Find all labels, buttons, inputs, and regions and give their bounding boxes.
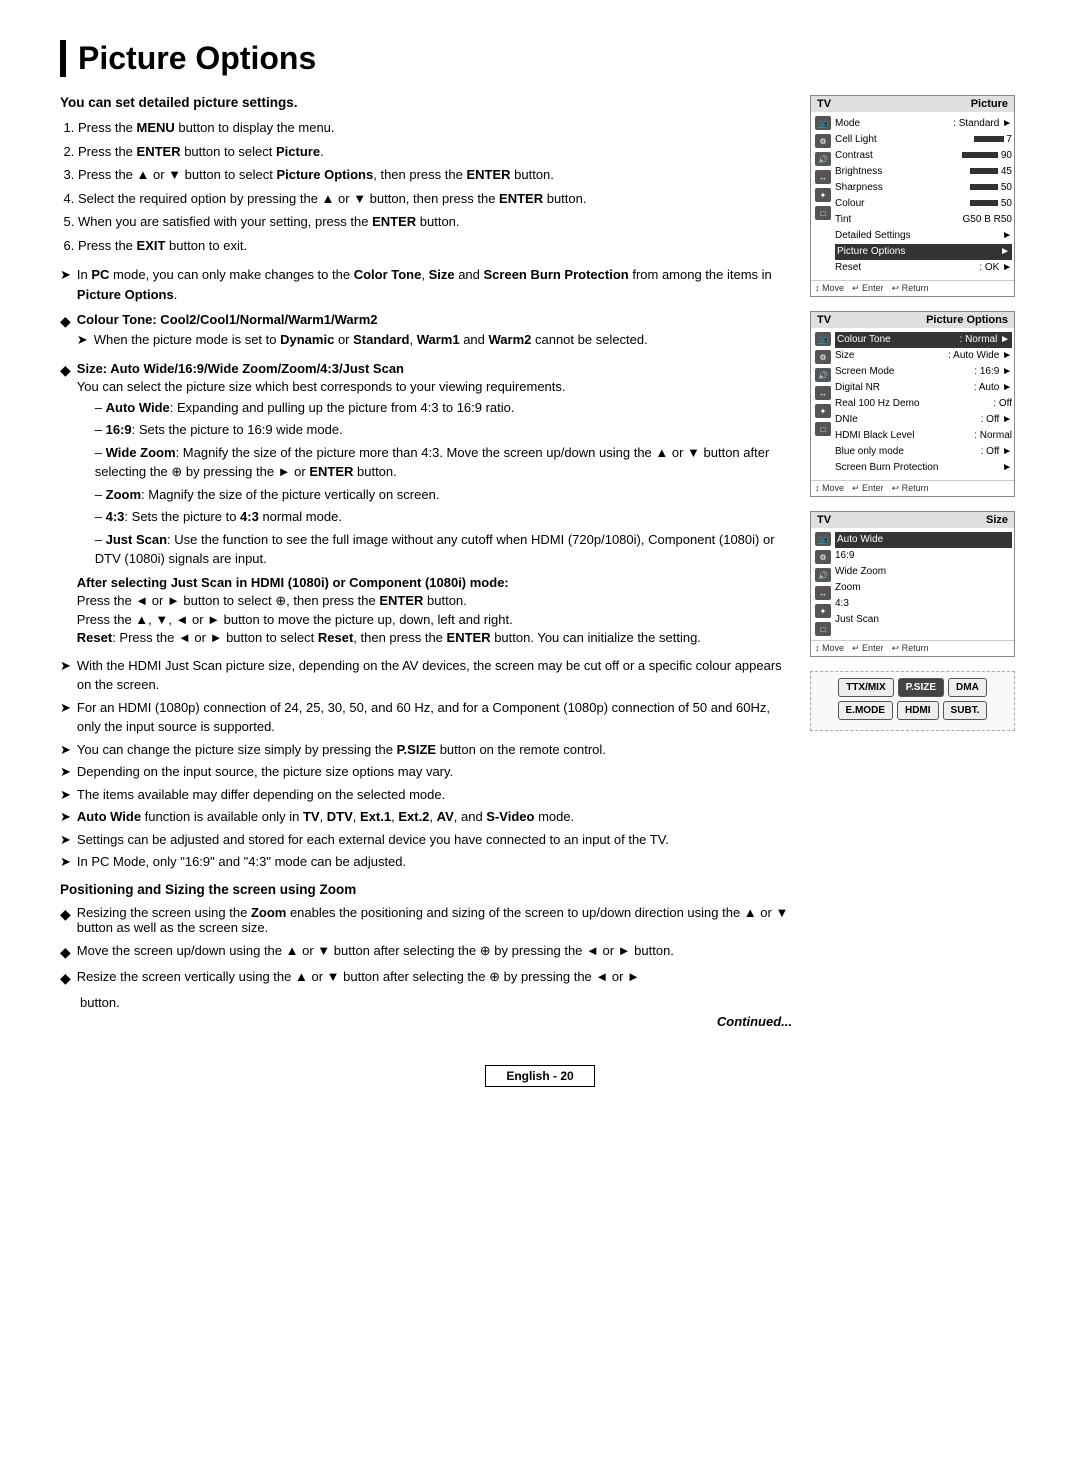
tv-screen1-icons: 📺 ⚙ 🔊 ↔ ✦ □ — [813, 116, 831, 276]
tv-screen-picture: TV Picture 📺 ⚙ 🔊 ↔ ✦ □ Mode: Standard ► … — [810, 95, 1015, 297]
remote-row-2: E.MODE HDMI SUBT. — [817, 701, 1008, 720]
tv-screen3-header: TV Size — [811, 512, 1014, 528]
tv-screen-size: TV Size 📺 ⚙ 🔊 ↔ ✦ □ Auto Wide 16:9 Wide … — [810, 511, 1015, 657]
main-content: You can set detailed picture settings. P… — [60, 95, 792, 1029]
tv-icon-3: 🔊 — [815, 152, 831, 166]
tv2-icon-6: □ — [815, 422, 831, 436]
tv-screen3-title: Size — [986, 514, 1008, 526]
tv-screen2-tv: TV — [817, 314, 831, 326]
tv-screen2-title: Picture Options — [926, 314, 1008, 326]
just-scan-line1: Press the ◄ or ► button to select ⊕, the… — [77, 593, 792, 609]
step-5: When you are satisfied with your setting… — [78, 212, 792, 232]
positioning-item-3: ◆ Resize the screen vertically using the… — [60, 969, 792, 987]
tv2-icon-1: 📺 — [815, 332, 831, 346]
tv-screen1-footer: ↕ Move↵ Enter↩ Return — [811, 280, 1014, 296]
colour-tone-section: ◆ Colour Tone: Cool2/Cool1/Normal/Warm1/… — [60, 312, 792, 353]
tv-screen-picture-options: TV Picture Options 📺 ⚙ 🔊 ↔ ✦ □ Colour To… — [810, 311, 1015, 497]
size-zoom: Zoom: Magnify the size of the picture ve… — [95, 485, 792, 505]
tv-screen2-header: TV Picture Options — [811, 312, 1014, 328]
note-items-available: ➤ The items available may differ dependi… — [60, 785, 792, 805]
tv3-icon-1: 📺 — [815, 532, 831, 546]
step-2: Press the ENTER button to select Picture… — [78, 142, 792, 162]
size-wide-zoom: Wide Zoom: Magnify the size of the pictu… — [95, 443, 792, 482]
tv-screen2-footer: ↕ Move↵ Enter↩ Return — [811, 480, 1014, 496]
positioning-header: Positioning and Sizing the screen using … — [60, 882, 792, 897]
step-1: Press the MENU button to display the men… — [78, 118, 792, 138]
size-list: Auto Wide: Expanding and pulling up the … — [95, 398, 792, 569]
steps-list: Press the MENU button to display the men… — [78, 118, 792, 255]
tv-screen3-footer: ↕ Move↵ Enter↩ Return — [811, 640, 1014, 656]
size-section: ◆ Size: Auto Wide/16:9/Wide Zoom/Zoom/4:… — [60, 361, 792, 648]
btn-ttxmix[interactable]: TTX/MIX — [838, 678, 893, 697]
btn-subt[interactable]: SUBT. — [943, 701, 988, 720]
footer-label: English - 20 — [485, 1065, 594, 1087]
tv-icon-1: 📺 — [815, 116, 831, 130]
tv3-icon-2: ⚙ — [815, 550, 831, 564]
page-title: Picture Options — [60, 40, 1020, 77]
positioning-item-3-cont: button. — [80, 995, 792, 1010]
size-4-3: 4:3: Sets the picture to 4:3 normal mode… — [95, 507, 792, 527]
btn-psize[interactable]: P.SIZE — [898, 678, 944, 697]
step-3: Press the ▲ or ▼ button to select Pictur… — [78, 165, 792, 185]
btn-emode[interactable]: E.MODE — [838, 701, 893, 720]
tv-screen3-icons: 📺 ⚙ 🔊 ↔ ✦ □ — [813, 532, 831, 636]
size-just-scan: Just Scan: Use the function to see the f… — [95, 530, 792, 569]
continued-text: Continued... — [60, 1014, 792, 1029]
tv-screen2-content: Colour Tone: Normal ► Size: Auto Wide ► … — [835, 332, 1012, 476]
tv3-icon-5: ✦ — [815, 604, 831, 618]
tv-screen2-icons: 📺 ⚙ 🔊 ↔ ✦ □ — [813, 332, 831, 476]
tv3-icon-6: □ — [815, 622, 831, 636]
note-hdmi-cutoff: ➤ With the HDMI Just Scan picture size, … — [60, 656, 792, 695]
remote-row-1: TTX/MIX P.SIZE DMA — [817, 678, 1008, 697]
after-just-scan-header: After selecting Just Scan in HDMI (1080i… — [77, 575, 792, 590]
tv2-icon-5: ✦ — [815, 404, 831, 418]
btn-dma[interactable]: DMA — [948, 678, 987, 697]
tv-screen1-header: TV Picture — [811, 96, 1014, 112]
positioning-item-2: ◆ Move the screen up/down using the ▲ or… — [60, 943, 792, 961]
right-column: TV Picture 📺 ⚙ 🔊 ↔ ✦ □ Mode: Standard ► … — [810, 95, 1020, 1029]
tv2-icon-2: ⚙ — [815, 350, 831, 364]
tv-screen3-tv: TV — [817, 514, 831, 526]
tv3-icon-4: ↔ — [815, 586, 831, 600]
footer: English - 20 — [60, 1049, 1020, 1087]
tv2-icon-4: ↔ — [815, 386, 831, 400]
note-pc-mode: ➤ In PC Mode, only "16:9" and "4:3" mode… — [60, 852, 792, 872]
tv-icon-4: ↔ — [815, 170, 831, 184]
note-settings-stored: ➤ Settings can be adjusted and stored fo… — [60, 830, 792, 850]
step-6: Press the EXIT button to exit. — [78, 236, 792, 256]
tv-screen3-content: Auto Wide 16:9 Wide Zoom Zoom 4:3 Just S… — [835, 532, 1012, 636]
size-16-9: 16:9: Sets the picture to 16:9 wide mode… — [95, 420, 792, 440]
note-psize: ➤ You can change the picture size simply… — [60, 740, 792, 760]
just-scan-line2: Press the ▲, ▼, ◄ or ► button to move th… — [77, 612, 792, 627]
intro-heading: You can set detailed picture settings. — [60, 95, 792, 110]
tv-icon-2: ⚙ — [815, 134, 831, 148]
note-hdmi-1080p: ➤ For an HDMI (1080p) connection of 24, … — [60, 698, 792, 737]
btn-hdmi[interactable]: HDMI — [897, 701, 939, 720]
tv-screen1-title: TV — [817, 98, 831, 110]
positioning-item-1: ◆ Resizing the screen using the Zoom ena… — [60, 905, 792, 935]
just-scan-reset: Reset: Press the ◄ or ► button to select… — [77, 630, 792, 645]
size-auto-wide: Auto Wide: Expanding and pulling up the … — [95, 398, 792, 418]
remote-panel: TTX/MIX P.SIZE DMA E.MODE HDMI SUBT. — [810, 671, 1015, 731]
tv3-icon-3: 🔊 — [815, 568, 831, 582]
tv-screen1-content: Mode: Standard ► Cell Light 7 Contrast 9… — [835, 116, 1012, 276]
pc-mode-note: ➤ In PC mode, you can only make changes … — [60, 265, 792, 304]
tv2-icon-3: 🔊 — [815, 368, 831, 382]
tv-icon-5: ✦ — [815, 188, 831, 202]
tv-icon-6: □ — [815, 206, 831, 220]
tv-screen1-label: Picture — [971, 98, 1008, 110]
step-4: Select the required option by pressing t… — [78, 189, 792, 209]
note-auto-wide: ➤ Auto Wide function is available only i… — [60, 807, 792, 827]
note-input-source: ➤ Depending on the input source, the pic… — [60, 762, 792, 782]
